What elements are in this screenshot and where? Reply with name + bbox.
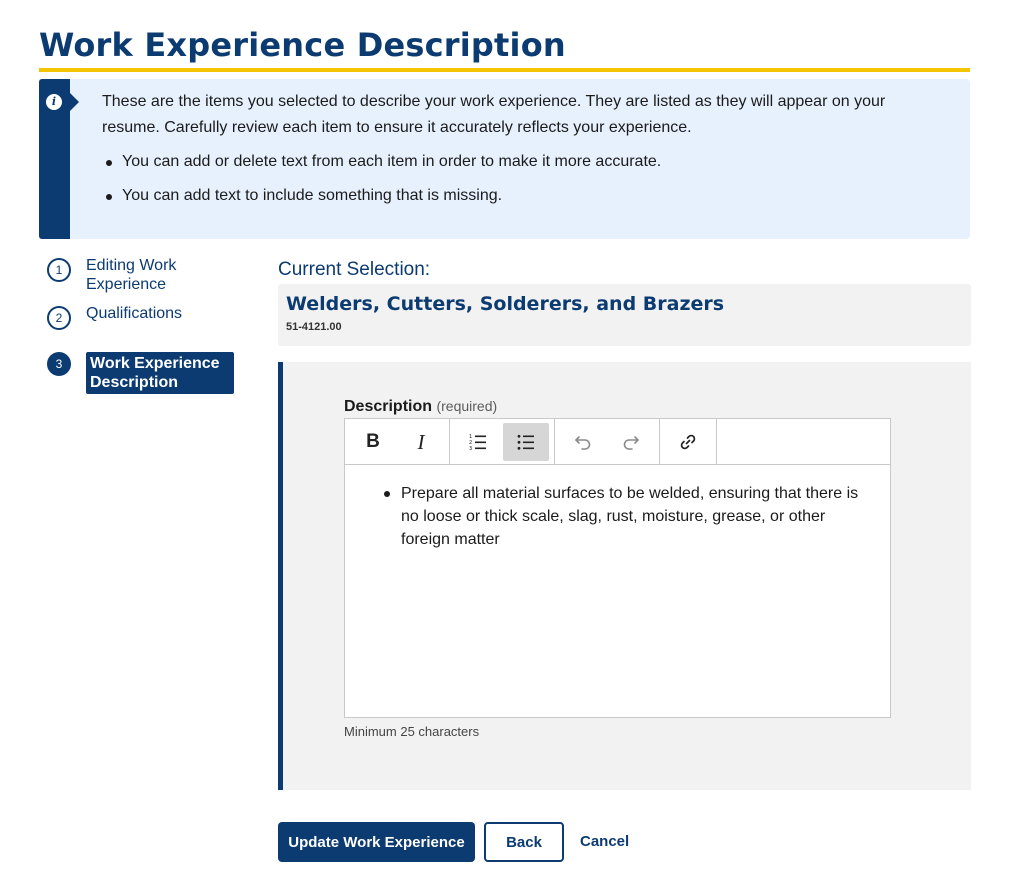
redo-icon (623, 436, 639, 450)
occupation-code: 51-4121.00 (286, 321, 342, 333)
alert-bar: i (39, 79, 70, 239)
numbered-list-icon: 1 2 3 (469, 434, 486, 451)
link-button[interactable] (665, 423, 711, 461)
bulleted-list-icon (517, 434, 534, 450)
min-length-hint: Minimum 25 characters (344, 724, 480, 739)
rich-text-editor[interactable]: B I 1 2 3 Prepare all material surfaces … (344, 418, 891, 718)
description-label: Description (required) (344, 398, 497, 416)
info-alert: i These are the items you selected to de… (39, 79, 970, 239)
bold-button[interactable]: B (350, 423, 396, 461)
step-label: Qualifications (86, 305, 183, 322)
toolbar-group-lists: 1 2 3 (450, 419, 555, 465)
undo-icon (575, 436, 591, 450)
step-label: Editing Work Experience (86, 257, 177, 293)
svg-text:3: 3 (469, 446, 472, 451)
back-button[interactable]: Back (484, 822, 564, 862)
description-panel: Description (required) B I 1 2 3 Prepare… (278, 362, 971, 790)
redo-button[interactable] (608, 423, 654, 461)
numbered-list-button[interactable]: 1 2 3 (455, 423, 501, 461)
page-title: Work Experience Description (39, 26, 566, 64)
toolbar-group-history (555, 419, 660, 465)
alert-bullet: You can add or delete text from each ite… (102, 149, 942, 175)
title-rule (39, 68, 970, 72)
alert-list: You can add or delete text from each ite… (102, 149, 942, 209)
description-list: Prepare all material surfaces to be weld… (384, 482, 874, 551)
alert-notch (70, 93, 79, 111)
current-selection-heading: Current Selection: (278, 259, 431, 280)
editor-content[interactable]: Prepare all material surfaces to be weld… (345, 466, 890, 551)
alert-bullet: You can add text to include something th… (102, 183, 942, 209)
undo-button[interactable] (560, 423, 606, 461)
cancel-link[interactable]: Cancel (580, 833, 629, 850)
bold-icon: B (366, 431, 380, 452)
occupation-title: Welders, Cutters, Solderers, and Brazers (286, 293, 725, 315)
update-work-experience-button[interactable]: Update Work Experience (278, 822, 475, 862)
editor-toolbar: B I 1 2 3 (345, 419, 890, 465)
description-item[interactable]: Prepare all material surfaces to be weld… (384, 482, 874, 551)
italic-icon: I (417, 429, 425, 454)
info-icon: i (46, 94, 62, 110)
step-number: 1 (47, 258, 71, 282)
italic-button[interactable]: I (398, 423, 444, 461)
step-number: 3 (47, 352, 71, 376)
alert-text: These are the items you selected to desc… (102, 89, 942, 217)
toolbar-group-link (660, 419, 717, 465)
step-number: 2 (47, 306, 71, 330)
link-icon (680, 434, 696, 450)
required-indicator: (required) (436, 398, 498, 414)
description-label-text: Description (344, 398, 433, 415)
bulleted-list-button[interactable] (503, 423, 549, 461)
selection-card: Welders, Cutters, Solderers, and Brazers… (278, 284, 971, 346)
step-label-current: Work Experience Description (86, 352, 234, 394)
toolbar-group-format: B I (345, 419, 450, 465)
alert-intro: These are the items you selected to desc… (102, 93, 886, 136)
